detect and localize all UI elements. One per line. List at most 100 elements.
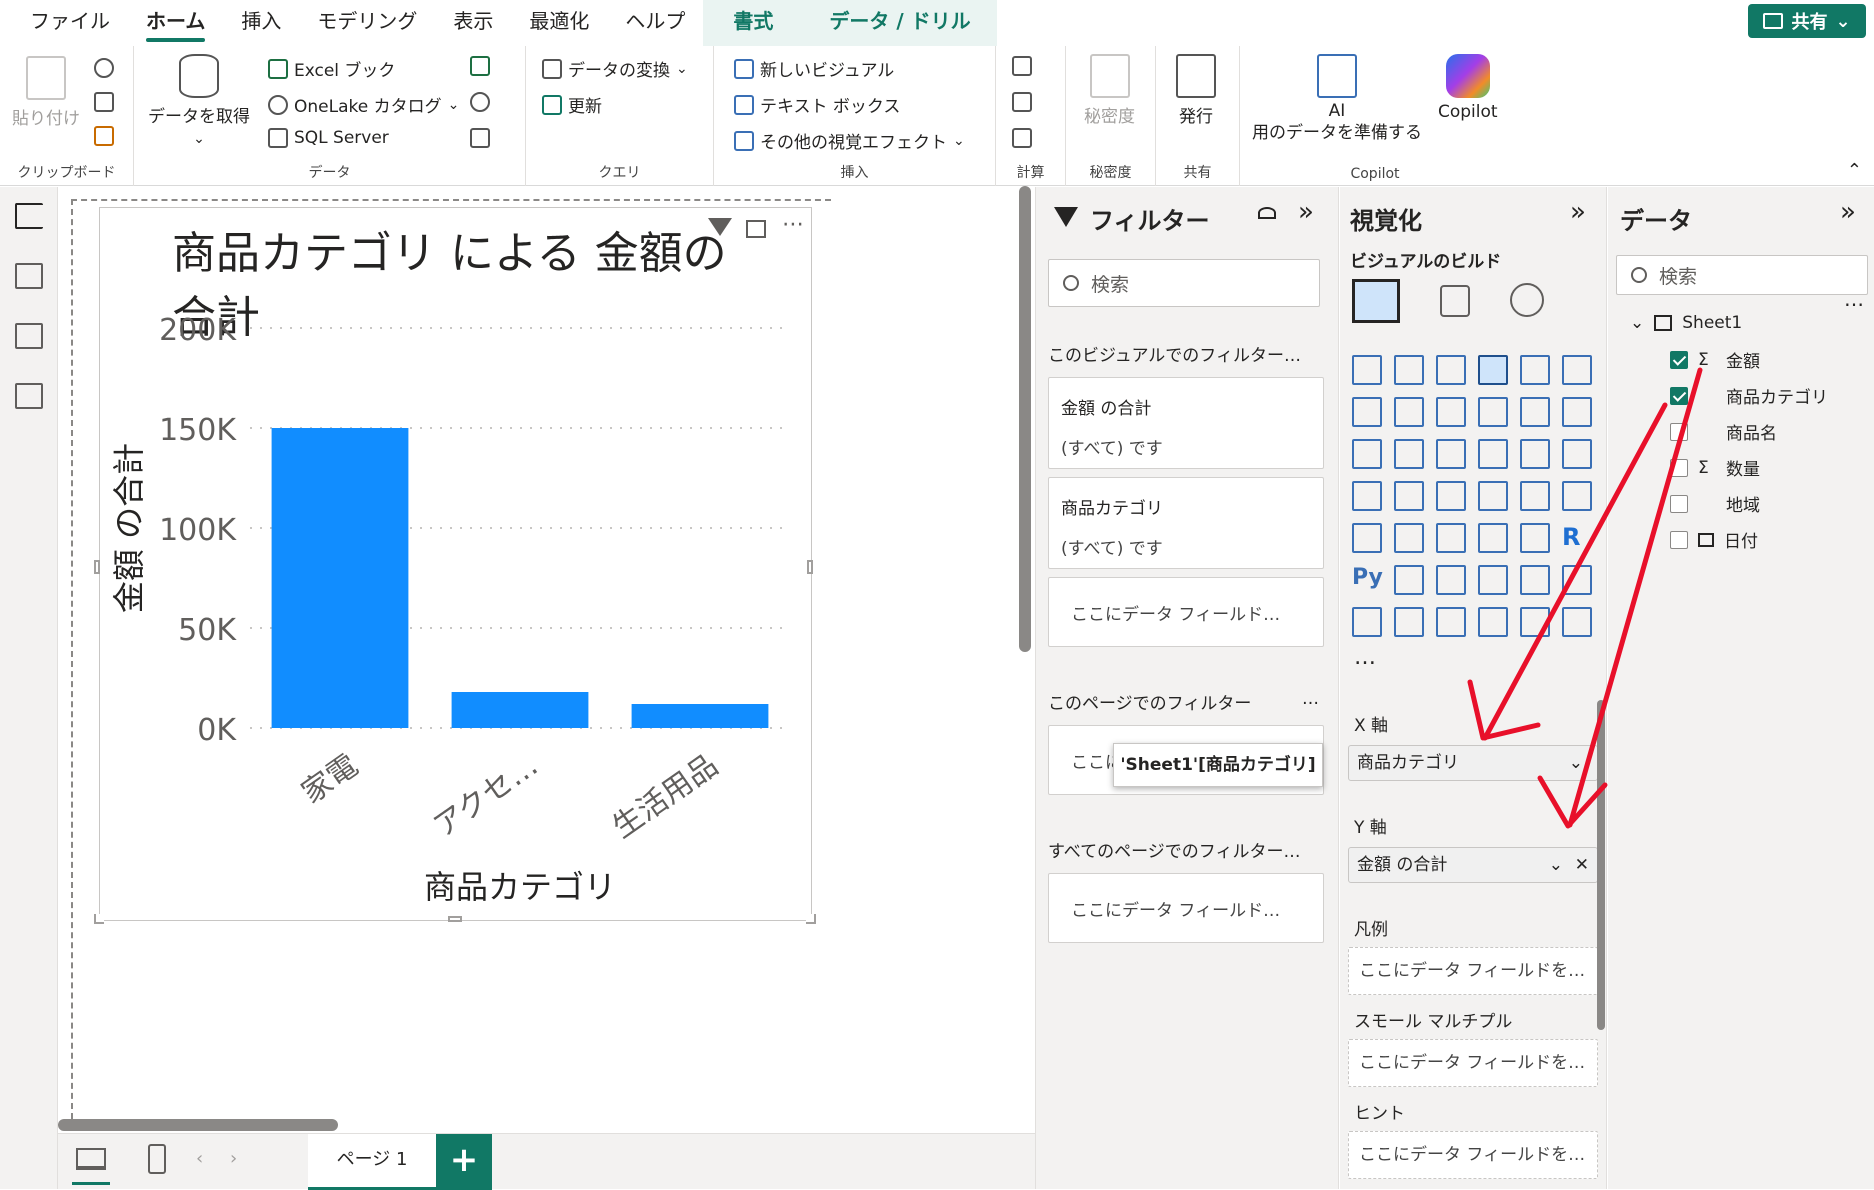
enter-data-icon[interactable] bbox=[470, 56, 490, 76]
qa-icon[interactable] bbox=[1478, 565, 1508, 595]
page-tab-1[interactable]: ページ 1 bbox=[308, 1134, 436, 1190]
field-checkbox[interactable] bbox=[1670, 494, 1688, 513]
tab-home[interactable]: ホーム bbox=[128, 0, 223, 46]
gauge-icon[interactable] bbox=[1520, 481, 1550, 511]
clustered-column-icon[interactable] bbox=[1478, 355, 1508, 385]
table-sheet1[interactable]: ⌄ Sheet1 bbox=[1630, 313, 1742, 333]
filter-card-category[interactable]: 商品カテゴリ (すべて) です bbox=[1048, 477, 1324, 569]
funnel-icon[interactable] bbox=[1436, 439, 1466, 469]
tab-insert[interactable]: 挿入 bbox=[223, 0, 299, 46]
prepare-data-ai-button[interactable]: AI 用のデータを準備する bbox=[1252, 54, 1422, 142]
field-row[interactable]: 商品名 bbox=[1670, 419, 1777, 444]
stacked-bar-icon[interactable] bbox=[1352, 355, 1382, 385]
table-icon[interactable] bbox=[1478, 523, 1508, 553]
field-row[interactable]: 日付 bbox=[1670, 527, 1758, 552]
report-canvas[interactable]: 商品カテゴリ による 金額の合計 ⋯ 0K 50K 100K 150K 200K 家電 アク… bbox=[59, 187, 1035, 1132]
narrative-icon[interactable] bbox=[1520, 565, 1550, 595]
area-icon[interactable] bbox=[1394, 397, 1424, 427]
cut-icon[interactable] bbox=[94, 58, 114, 78]
collapse-pane-icon[interactable]: » bbox=[1840, 197, 1856, 227]
field-checkbox[interactable] bbox=[1670, 422, 1688, 441]
multi-row-card-icon[interactable] bbox=[1352, 523, 1382, 553]
report-view-icon[interactable] bbox=[15, 203, 43, 229]
card-new-icon[interactable] bbox=[1394, 607, 1424, 637]
viz-pane-scrollbar[interactable] bbox=[1597, 700, 1605, 1030]
stacked-column-icon[interactable] bbox=[1394, 355, 1424, 385]
desktop-layout-icon[interactable] bbox=[76, 1148, 106, 1170]
legend-drop-zone[interactable]: ここにデータ フィールドを… bbox=[1348, 947, 1598, 995]
power-automate-icon[interactable] bbox=[1562, 607, 1592, 637]
field-checkbox[interactable] bbox=[1670, 530, 1688, 549]
ribbon-icon[interactable] bbox=[1478, 397, 1508, 427]
dax-query-icon[interactable] bbox=[15, 383, 43, 409]
calc-table-icon[interactable] bbox=[1012, 128, 1032, 148]
tab-data-drill[interactable]: データ / ドリル bbox=[803, 0, 997, 46]
tab-optimize[interactable]: 最適化 bbox=[511, 0, 607, 46]
more-visuals-icon[interactable]: … bbox=[1354, 645, 1376, 670]
ai-visual-icon[interactable] bbox=[1478, 607, 1508, 637]
visual-filter-drop-zone[interactable]: ここにデータ フィールド… bbox=[1048, 577, 1324, 647]
resize-handle[interactable] bbox=[807, 560, 813, 574]
new-visual-button[interactable]: 新しいビジュアル bbox=[734, 56, 894, 81]
transform-data-button[interactable]: データの変換 ⌄ bbox=[542, 56, 688, 81]
filled-map-icon[interactable] bbox=[1436, 481, 1466, 511]
format-painter-icon[interactable] bbox=[94, 126, 114, 146]
analytics-icon[interactable] bbox=[1510, 283, 1544, 317]
scroll-right-icon[interactable]: › bbox=[230, 1148, 237, 1169]
new-measure-icon[interactable] bbox=[1012, 56, 1032, 76]
line-column-icon[interactable] bbox=[1562, 397, 1592, 427]
slicer-icon[interactable] bbox=[1436, 523, 1466, 553]
more-visuals-button[interactable]: その他の視覚エフェクト ⌄ bbox=[734, 128, 965, 153]
dataverse-icon[interactable] bbox=[470, 92, 490, 112]
canvas-vertical-scrollbar[interactable] bbox=[1019, 186, 1031, 652]
eye-icon[interactable] bbox=[1258, 207, 1276, 219]
stacked-area-icon[interactable] bbox=[1436, 397, 1466, 427]
share-button[interactable]: 共有 ⌄ bbox=[1748, 4, 1866, 38]
recent-sources-icon[interactable] bbox=[470, 128, 490, 148]
copilot-button[interactable]: Copilot bbox=[1438, 54, 1498, 122]
data-search-input[interactable]: 検索 bbox=[1616, 255, 1868, 295]
line-clustered-icon[interactable] bbox=[1352, 439, 1382, 469]
onelake-button[interactable]: OneLake カタログ ⌄ bbox=[268, 92, 459, 117]
scatter-icon[interactable] bbox=[1478, 439, 1508, 469]
sql-server-button[interactable]: SQL Server bbox=[268, 128, 389, 148]
format-visual-icon[interactable] bbox=[1440, 285, 1470, 317]
bar-chart-visual[interactable]: 商品カテゴリ による 金額の合計 ⋯ 0K 50K 100K 150K 200K 家電 アク… bbox=[94, 207, 816, 924]
sensitivity-button[interactable]: 秘密度 bbox=[1084, 54, 1135, 127]
copy-icon[interactable] bbox=[94, 92, 114, 112]
y-axis-field[interactable]: 金額 の合計 ⌄ ✕ bbox=[1348, 847, 1598, 883]
paste-button[interactable]: 貼り付け bbox=[10, 56, 82, 129]
decomposition-tree-icon[interactable] bbox=[1436, 565, 1466, 595]
table-view-icon[interactable] bbox=[15, 263, 43, 289]
page-filters-more-icon[interactable]: … bbox=[1302, 689, 1319, 709]
chevron-down-icon[interactable]: ⌄ bbox=[1569, 746, 1583, 780]
collapse-pane-icon[interactable]: » bbox=[1298, 197, 1314, 227]
field-checkbox[interactable] bbox=[1670, 386, 1688, 405]
waterfall-icon[interactable] bbox=[1520, 397, 1550, 427]
chevron-down-icon[interactable]: ⌄ bbox=[1630, 313, 1644, 333]
donut-icon[interactable] bbox=[1562, 439, 1592, 469]
filters-search-input[interactable]: 検索 bbox=[1048, 259, 1320, 307]
field-row[interactable]: Σ 金額 bbox=[1670, 347, 1760, 372]
mobile-layout-icon[interactable] bbox=[148, 1144, 166, 1174]
tab-view[interactable]: 表示 bbox=[435, 0, 511, 46]
slicer-new-icon[interactable] bbox=[1436, 607, 1466, 637]
field-checkbox[interactable] bbox=[1670, 350, 1688, 369]
quick-measure-icon[interactable] bbox=[1012, 92, 1032, 112]
line-icon[interactable] bbox=[1352, 397, 1382, 427]
build-visual-icon[interactable] bbox=[1352, 279, 1400, 323]
resize-handle[interactable] bbox=[94, 560, 100, 574]
get-data-button[interactable]: データを取得 ⌄ bbox=[148, 54, 250, 147]
resize-handle[interactable] bbox=[806, 914, 816, 924]
field-row[interactable]: 地域 bbox=[1670, 491, 1760, 516]
map-icon[interactable] bbox=[1394, 481, 1424, 511]
field-row[interactable]: 商品カテゴリ bbox=[1670, 383, 1828, 408]
tab-file[interactable]: ファイル bbox=[0, 0, 128, 46]
tab-help[interactable]: ヘルプ bbox=[607, 0, 703, 46]
card-icon[interactable] bbox=[1562, 481, 1592, 511]
matrix-icon[interactable] bbox=[1520, 523, 1550, 553]
pie-icon[interactable] bbox=[1520, 439, 1550, 469]
kpi-icon[interactable] bbox=[1394, 523, 1424, 553]
azure-map-icon[interactable] bbox=[1478, 481, 1508, 511]
chevron-down-icon[interactable]: ⌄ bbox=[1549, 848, 1563, 882]
